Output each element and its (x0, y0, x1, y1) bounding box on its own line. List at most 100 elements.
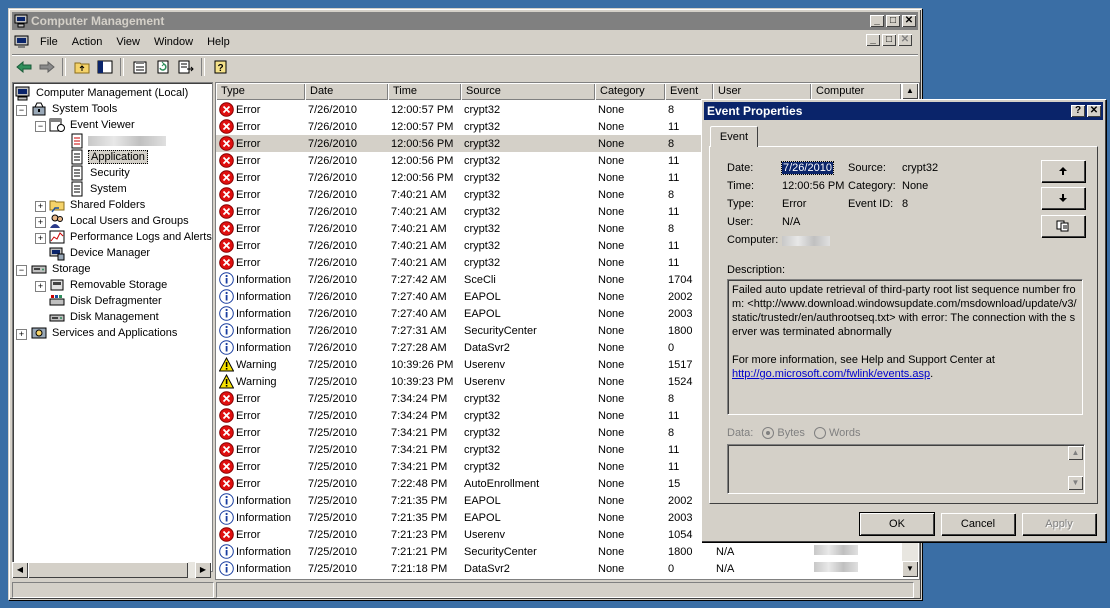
data-box[interactable]: ▲ ▼ (727, 444, 1085, 494)
export-list-button[interactable] (175, 57, 197, 77)
collapse-toggle[interactable]: − (16, 265, 27, 276)
tree-item-shared-folders[interactable]: Shared Folders (49, 197, 147, 213)
dialog-title-bar[interactable]: Event Properties ? ✕ (704, 102, 1103, 120)
column-header-user[interactable]: User (713, 83, 811, 100)
column-header-time[interactable]: Time (388, 83, 461, 100)
time-value[interactable]: 12:00:56 PM (782, 180, 844, 192)
forward-button[interactable] (36, 57, 58, 77)
column-header-source[interactable]: Source (461, 83, 595, 100)
cell-text: SecurityCenter (464, 545, 537, 558)
cell-category: None (595, 393, 665, 405)
tab-event[interactable]: Event (710, 126, 758, 147)
cell-time: 7:40:21 AM (388, 257, 461, 269)
tree-item-security[interactable]: Security (69, 165, 132, 181)
tree-item-system-tools[interactable]: System Tools (31, 101, 119, 117)
child-minimize-button[interactable]: _ (866, 34, 880, 46)
table-row[interactable]: Information 7/25/2010 7:21:21 PM SecurityCe… (216, 543, 901, 560)
dialog-help-button[interactable]: ? (1071, 105, 1085, 117)
data-scroll-down-button[interactable]: ▼ (1068, 476, 1083, 490)
bytes-radio[interactable] (762, 427, 775, 440)
collapse-toggle[interactable]: − (16, 105, 27, 116)
expand-toggle[interactable]: + (35, 201, 46, 212)
next-event-button[interactable] (1041, 187, 1085, 209)
menu-view[interactable]: View (109, 36, 147, 48)
column-header-type[interactable]: Type (216, 83, 305, 100)
expand-toggle[interactable]: + (16, 329, 27, 340)
tree-item-removable-storage[interactable]: Removable Storage (49, 277, 169, 293)
category-value[interactable]: None (902, 180, 928, 192)
scroll-up-button[interactable]: ▲ (902, 83, 918, 99)
up-one-level-button[interactable] (71, 57, 93, 77)
description-box[interactable]: Failed auto update retrieval of third-pa… (727, 279, 1083, 415)
column-header-computer[interactable]: Computer (811, 83, 901, 100)
menu-window[interactable]: Window (147, 36, 200, 48)
time-label: Time: (727, 180, 755, 192)
system-menu-icon[interactable] (14, 35, 30, 49)
console-tree[interactable]: Computer Management (Local) − System Too… (12, 82, 213, 572)
tree-item-disk-defragmenter[interactable]: Disk Defragmenter (49, 293, 164, 309)
data-scroll-up-button[interactable]: ▲ (1068, 446, 1083, 460)
type-value[interactable]: Error (782, 198, 806, 210)
cell-text: None (598, 307, 625, 320)
expand-toggle[interactable]: + (35, 281, 46, 292)
tree-item-device-manager[interactable]: Device Manager (49, 245, 152, 261)
close-button[interactable]: ✕ (902, 15, 916, 27)
source-value[interactable]: crypt32 (902, 162, 938, 174)
menu-action[interactable]: Action (65, 36, 110, 48)
expand-toggle[interactable]: + (35, 233, 46, 244)
apply-button[interactable]: Apply (1022, 513, 1096, 535)
dialog-close-button[interactable]: ✕ (1087, 105, 1101, 117)
tree-item-performance-logs[interactable]: Performance Logs and Alerts (49, 229, 212, 245)
tree-item-local-users-and-groups[interactable]: Local Users and Groups (49, 213, 191, 229)
column-header-category[interactable]: Category (595, 83, 665, 100)
date-value[interactable]: 7/26/2010 (781, 161, 834, 175)
words-radio[interactable] (813, 427, 826, 440)
cell-date: 7/26/2010 (305, 240, 388, 252)
properties-button[interactable] (129, 57, 151, 77)
main-title-bar[interactable]: Computer Management _ □ ✕ (12, 12, 918, 30)
scroll-thumb[interactable] (28, 562, 188, 578)
tree-horizontal-scrollbar[interactable]: ◀ ▶ (12, 562, 211, 578)
scroll-down-button[interactable]: ▼ (902, 561, 918, 577)
user-value[interactable]: N/A (782, 216, 800, 228)
event-properties-dialog: Event Properties ? ✕ Event Date: 7/26/20… (701, 99, 1106, 542)
event-id-value[interactable]: 8 (902, 198, 908, 210)
cell-date: 7/26/2010 (305, 223, 388, 235)
tree-item-computer-management[interactable]: Computer Management (Local) (15, 85, 190, 101)
column-header-event[interactable]: Event (665, 83, 713, 100)
table-row[interactable]: Information 7/25/2010 7:21:18 PM DataSvr2 No… (216, 560, 901, 577)
tree-item-storage[interactable]: Storage (31, 261, 93, 277)
previous-event-button[interactable] (1041, 160, 1085, 182)
child-restore-button[interactable]: □ (882, 34, 896, 46)
cell-type: Error (216, 442, 305, 457)
show-hide-tree-button[interactable] (94, 57, 116, 77)
menu-file[interactable]: File (33, 36, 65, 48)
tree-item-application[interactable]: Application (69, 149, 148, 165)
help-button[interactable]: ? (210, 57, 232, 77)
cell-date: 7/26/2010 (305, 342, 388, 354)
cell-type: Information (216, 510, 305, 525)
cell-source: Userenv (461, 376, 595, 388)
scroll-left-button[interactable]: ◀ (12, 562, 28, 578)
column-header-date[interactable]: Date (305, 83, 388, 100)
tree-item-event-viewer[interactable]: Event Viewer (49, 117, 137, 133)
expand-toggle[interactable]: + (35, 217, 46, 228)
collapse-toggle[interactable]: − (35, 121, 46, 132)
refresh-button[interactable] (152, 57, 174, 77)
copy-event-button[interactable] (1041, 215, 1085, 237)
cancel-button[interactable]: Cancel (941, 513, 1015, 535)
menu-help[interactable]: Help (200, 36, 237, 48)
cell-text: 7:27:40 AM (391, 307, 447, 320)
tree-item-system[interactable]: System (69, 181, 129, 197)
back-button[interactable] (13, 57, 35, 77)
tree-item-redacted-log[interactable] (69, 133, 166, 149)
cell-text: None (598, 273, 625, 286)
minimize-button[interactable]: _ (870, 15, 884, 27)
scroll-right-button[interactable]: ▶ (195, 562, 211, 578)
ok-button[interactable]: OK (859, 512, 935, 536)
more-info-link[interactable]: http://go.microsoft.com/fwlink/events.as… (732, 368, 930, 380)
tree-item-disk-management[interactable]: Disk Management (49, 309, 161, 325)
maximize-button[interactable]: □ (886, 15, 900, 27)
tree-item-services-and-applications[interactable]: Services and Applications (31, 325, 179, 341)
child-close-button[interactable]: ✕ (898, 34, 912, 46)
